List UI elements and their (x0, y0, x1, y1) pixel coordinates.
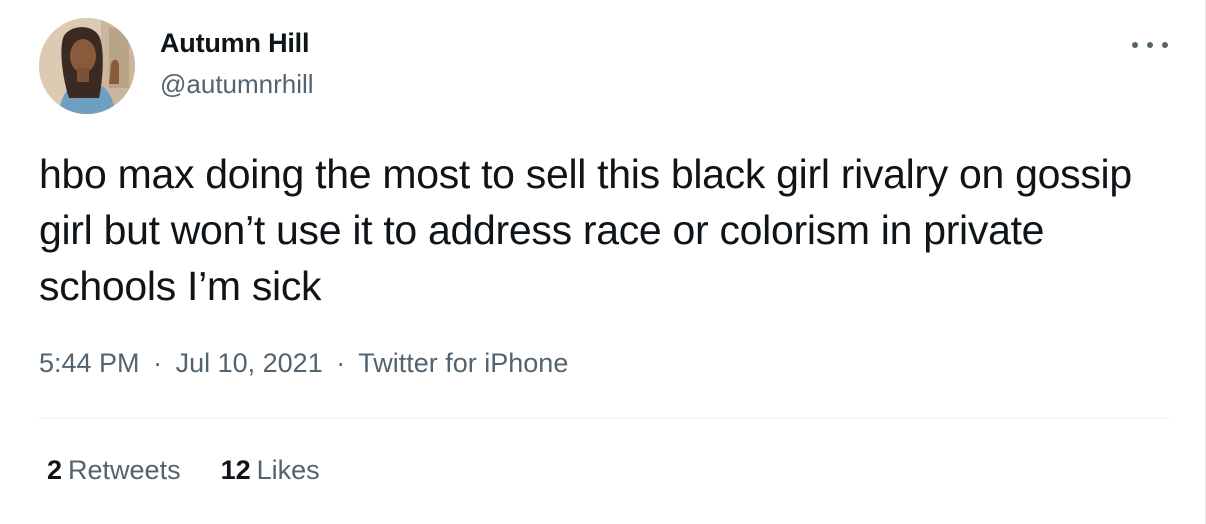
tweet-card: Autumn Hill @autumnrhill hbo max doing t… (0, 0, 1206, 524)
author-display-name[interactable]: Autumn Hill (160, 28, 309, 59)
more-dot (1147, 42, 1153, 48)
meta-separator: · (336, 348, 346, 378)
user-avatar-photo-icon (39, 18, 135, 114)
author-handle[interactable]: @autumnrhill (160, 69, 314, 100)
tweet-text: hbo max doing the most to sell this blac… (39, 151, 1132, 309)
tweet-source[interactable]: Twitter for iPhone (358, 348, 568, 378)
avatar[interactable] (39, 18, 135, 114)
retweets-count: 2 (47, 455, 63, 485)
tweet-stats: 2 Retweets 12 Likes (47, 455, 320, 486)
likes-count: 12 (220, 455, 251, 485)
tweet-date[interactable]: Jul 10, 2021 (176, 348, 323, 378)
more-dot (1162, 42, 1168, 48)
tweet-time[interactable]: 5:44 PM (39, 348, 140, 378)
likes-label: Likes (256, 455, 320, 485)
more-dot (1132, 42, 1138, 48)
divider (39, 418, 1169, 419)
retweets-stat[interactable]: 2 Retweets (47, 455, 181, 486)
more-options-icon[interactable] (1132, 30, 1168, 60)
likes-stat[interactable]: 12 Likes (221, 455, 320, 486)
meta-separator: · (153, 348, 163, 378)
retweets-label: Retweets (68, 455, 181, 485)
tweet-meta: 5:44 PM · Jul 10, 2021 · Twitter for iPh… (39, 348, 568, 379)
